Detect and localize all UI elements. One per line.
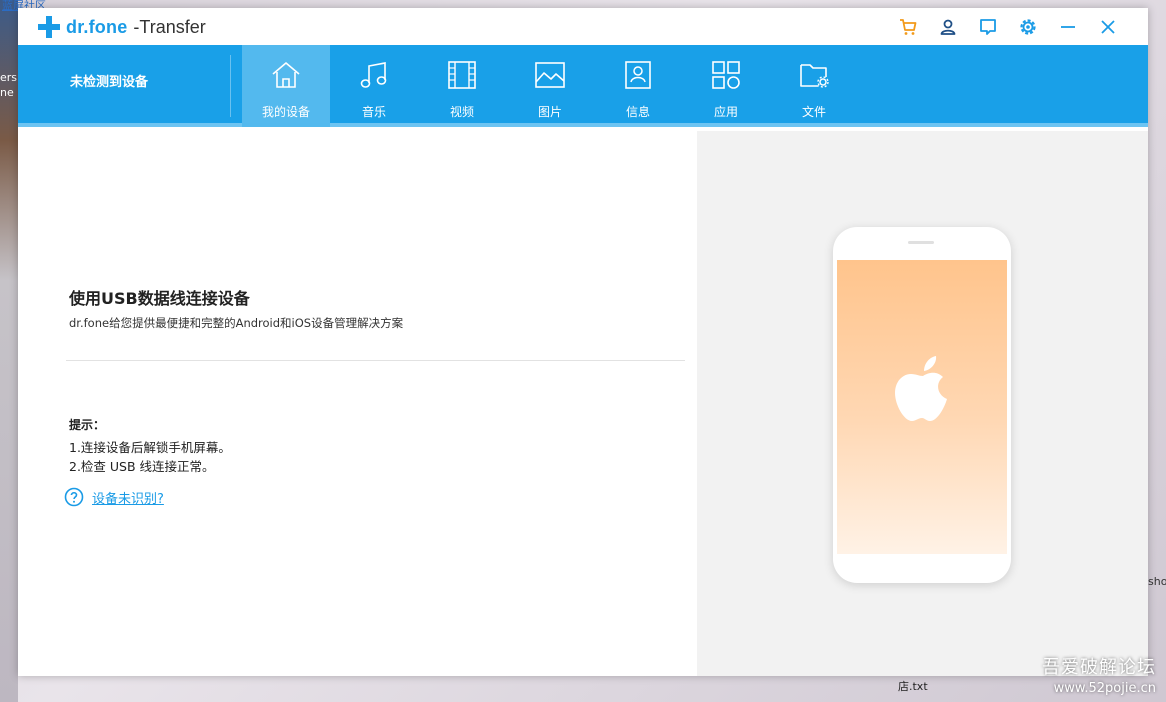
tab-label: 音乐 xyxy=(361,105,386,119)
watermark: 吾爱破解论坛 www.52pojie.cn xyxy=(1042,653,1156,696)
desktop-background xyxy=(0,0,18,702)
help-link-text[interactable]: 设备未识别? xyxy=(92,488,164,507)
home-icon xyxy=(272,62,300,88)
photo-icon xyxy=(535,62,565,88)
nav-divider xyxy=(230,55,231,117)
tab-photos[interactable]: 图片 xyxy=(506,45,594,127)
desktop-icon-label: ers ne xyxy=(0,71,18,99)
watermark-title: 吾爱破解论坛 xyxy=(1042,657,1156,678)
close-button[interactable] xyxy=(1088,8,1128,45)
apps-icon xyxy=(712,61,740,89)
settings-button[interactable] xyxy=(1008,8,1048,45)
connect-instructions-panel: 使用USB数据线连接设备 dr.fone给您提供最便捷和完整的Android和i… xyxy=(18,131,697,676)
tip-item: 2.检查 USB 线连接正常。 xyxy=(69,459,215,474)
tab-label: 我的设备 xyxy=(261,105,310,119)
minimize-button[interactable] xyxy=(1048,8,1088,45)
drfone-logo-icon xyxy=(38,16,60,38)
account-button[interactable] xyxy=(928,8,968,45)
phone-illustration xyxy=(833,227,1011,583)
desktop-icon-label-right: sho xyxy=(1148,575,1166,588)
close-icon xyxy=(1101,19,1115,34)
tab-files[interactable]: 文件 xyxy=(770,45,858,127)
nav-tabs: 我的设备 音乐 视频 图片 信息 应用 文件 xyxy=(242,45,858,127)
tab-video[interactable]: 视频 xyxy=(418,45,506,127)
tab-apps[interactable]: 应用 xyxy=(682,45,770,127)
phone-speaker xyxy=(908,241,934,244)
connect-headline: 使用USB数据线连接设备 xyxy=(69,289,250,308)
feedback-icon xyxy=(980,18,996,35)
minimize-icon xyxy=(1061,25,1075,28)
title-bar: dr.fone -Transfer xyxy=(18,8,1148,45)
tab-label: 应用 xyxy=(713,105,738,119)
cart-icon xyxy=(900,18,917,35)
title-bar-controls xyxy=(888,8,1128,45)
help-icon xyxy=(64,487,84,507)
video-icon xyxy=(448,61,476,89)
tab-label: 视频 xyxy=(449,105,474,119)
divider xyxy=(66,360,685,361)
tab-label: 图片 xyxy=(537,105,562,119)
device-preview-panel xyxy=(697,131,1148,676)
connect-description: dr.fone给您提供最便捷和完整的Android和iOS设备管理解决方案 xyxy=(69,316,404,330)
tab-my-device[interactable]: 我的设备 xyxy=(242,45,330,127)
brand-name: dr.fone xyxy=(66,16,128,37)
device-not-recognized-link[interactable]: 设备未识别? xyxy=(64,487,164,507)
user-icon xyxy=(940,19,956,35)
tip-item: 1.连接设备后解锁手机屏幕。 xyxy=(69,440,231,455)
nav-bar: 未检测到设备 我的设备 音乐 视频 图片 信息 应用 文件 xyxy=(18,45,1148,127)
tab-music[interactable]: 音乐 xyxy=(330,45,418,127)
cart-button[interactable] xyxy=(888,8,928,45)
app-window: dr.fone -Transfer 未检测到设备 我的设备 音乐 视频 图片 信… xyxy=(18,8,1148,676)
tips-title: 提示： xyxy=(69,418,106,432)
watermark-url: www.52pojie.cn xyxy=(1053,681,1156,696)
product-name: -Transfer xyxy=(133,16,206,37)
tab-messages[interactable]: 信息 xyxy=(594,45,682,127)
feedback-button[interactable] xyxy=(968,8,1008,45)
music-icon xyxy=(360,62,387,88)
device-status: 未检测到设备 xyxy=(70,75,149,90)
contact-card-icon xyxy=(625,61,651,89)
settings-icon xyxy=(1020,18,1036,35)
phone-screen xyxy=(837,260,1007,554)
tab-label: 信息 xyxy=(625,105,650,119)
apple-logo-icon xyxy=(895,356,947,421)
app-logo: dr.fone -Transfer xyxy=(38,16,206,38)
desktop-file-label[interactable]: 店.txt xyxy=(898,678,928,694)
tab-label: 文件 xyxy=(801,105,826,119)
folder-settings-icon xyxy=(800,64,829,88)
